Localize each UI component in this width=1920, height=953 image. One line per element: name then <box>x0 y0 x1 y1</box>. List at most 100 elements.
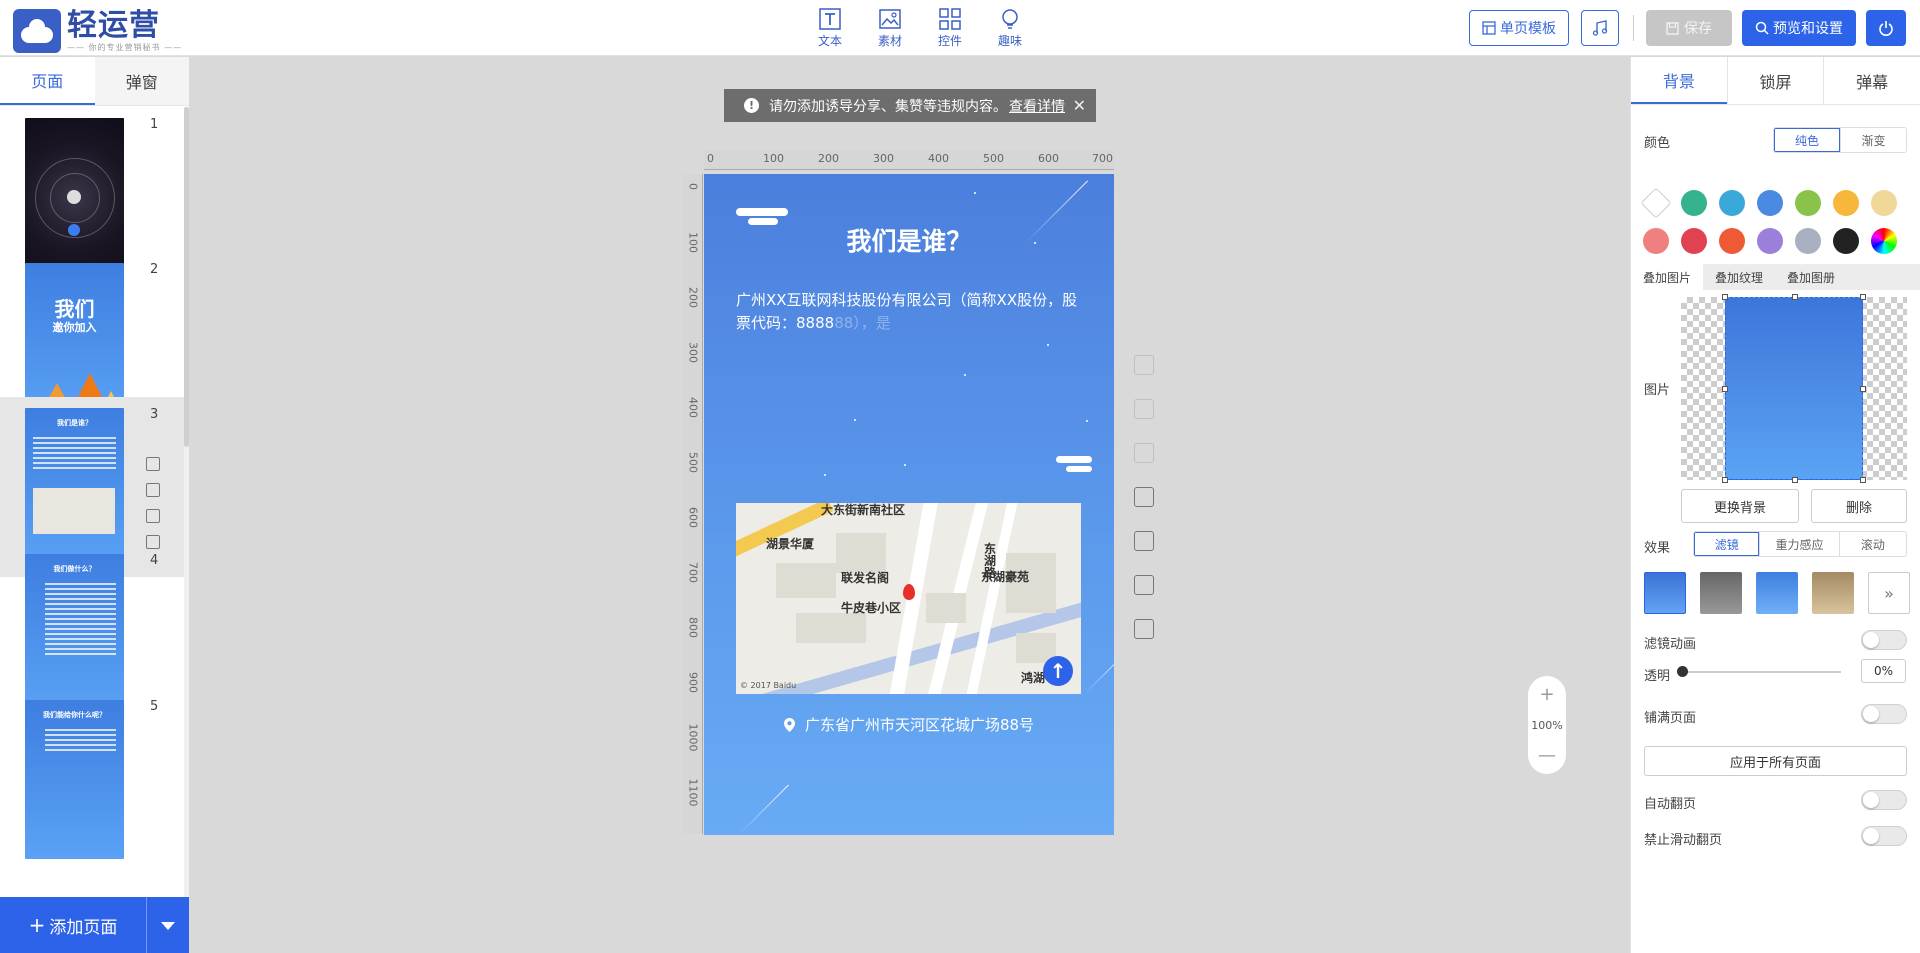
color-swatch[interactable] <box>1681 228 1707 254</box>
logo[interactable]: 轻运营 —— 你的专业营销秘书 —— <box>13 9 182 53</box>
redo-icon[interactable] <box>1134 399 1154 419</box>
tab-pages[interactable]: 页面 <box>0 57 95 105</box>
address-line[interactable]: 广东省广州市天河区花城广场88号 <box>704 714 1114 735</box>
color-picker-icon[interactable] <box>1871 228 1897 254</box>
opacity-value[interactable]: 0% <box>1861 659 1906 683</box>
color-swatch[interactable] <box>1640 187 1672 219</box>
fill-page-toggle[interactable] <box>1861 704 1907 724</box>
preview-settings-button[interactable]: 预览和设置 <box>1742 10 1856 46</box>
page-thumbnail-row[interactable]: 我们能给你什么呢？ 5 <box>0 689 184 869</box>
color-swatch[interactable] <box>1757 190 1783 216</box>
page-canvas[interactable]: 我们是谁？ 广州XX互联网科技股份有限公司（简称XX股份，股票代码：888888… <box>704 174 1114 835</box>
crop-handle[interactable] <box>1860 294 1866 300</box>
location-map[interactable]: 大东街新南社区 湖景华厦 联发名阁 东湖豪苑 牛皮巷小区 东湖路 鸿湖 © 20… <box>736 503 1081 694</box>
crop-handle[interactable] <box>1860 386 1866 392</box>
pages-panel-tabs: 页面 弹窗 <box>0 57 189 106</box>
top-bar: 轻运营 —— 你的专业营销秘书 —— 文本 素材 控件 趣味 单页模板 保存 预… <box>0 0 1920 56</box>
change-background-button[interactable]: 更换背景 <box>1681 489 1799 523</box>
color-swatch[interactable] <box>1719 190 1745 216</box>
layers-icon[interactable] <box>1134 487 1154 507</box>
filter-preset[interactable] <box>1644 572 1686 614</box>
color-swatch[interactable] <box>1681 190 1707 216</box>
cloud-decoration <box>736 208 788 216</box>
color-swatch[interactable] <box>1871 190 1897 216</box>
tab-background[interactable]: 背景 <box>1631 57 1727 104</box>
location-pin-icon <box>783 717 795 732</box>
insert-toolbar: 文本 素材 控件 趣味 <box>800 8 1040 49</box>
company-intro-faded: 88），是 <box>834 314 891 332</box>
effect-filter[interactable]: 滤镜 <box>1694 532 1760 556</box>
play-icon[interactable] <box>1134 443 1154 463</box>
notice-details-link[interactable]: 查看详情 <box>1009 96 1065 116</box>
tab-overlay-texture[interactable]: 叠加纹理 <box>1703 264 1775 290</box>
address-text: 广东省广州市天河区花城广场88号 <box>804 716 1035 734</box>
filter-animation-toggle[interactable] <box>1861 630 1907 650</box>
tool-fun[interactable]: 趣味 <box>980 8 1040 49</box>
apply-all-pages-button[interactable]: 应用于所有页面 <box>1644 746 1907 776</box>
ruler-label: 600 <box>686 507 700 528</box>
background-image-preview[interactable] <box>1681 294 1907 483</box>
undo-icon[interactable] <box>1134 355 1154 375</box>
filter-preset[interactable] <box>1700 572 1742 614</box>
color-mode-gradient[interactable]: 渐变 <box>1840 128 1906 152</box>
tab-popups[interactable]: 弹窗 <box>95 57 190 105</box>
crop-handle[interactable] <box>1792 294 1798 300</box>
crop-handle[interactable] <box>1722 477 1728 483</box>
download-icon[interactable] <box>1134 619 1154 639</box>
tool-widgets[interactable]: 控件 <box>920 8 980 49</box>
add-page-icon[interactable] <box>146 457 160 471</box>
save-button[interactable]: 保存 <box>1646 10 1732 46</box>
tool-text[interactable]: 文本 <box>800 8 860 49</box>
crop-handle[interactable] <box>1860 477 1866 483</box>
tab-barrage[interactable]: 弹幕 <box>1823 57 1920 104</box>
tab-overlay-album[interactable]: 叠加图册 <box>1775 264 1847 290</box>
page-template-button[interactable]: 单页模板 <box>1469 10 1569 46</box>
color-swatch[interactable] <box>1795 190 1821 216</box>
color-swatch[interactable] <box>1719 228 1745 254</box>
power-button[interactable] <box>1866 10 1906 46</box>
plus-icon: + <box>28 913 46 937</box>
chevron-down-icon[interactable] <box>147 897 189 953</box>
crop-handle[interactable] <box>1722 294 1728 300</box>
auto-flip-toggle[interactable] <box>1861 790 1907 810</box>
color-swatch[interactable] <box>1643 228 1669 254</box>
thumbnail-title: 我们能给你什么呢？ <box>43 711 106 719</box>
color-swatch[interactable] <box>1757 228 1783 254</box>
color-mode-solid[interactable]: 纯色 <box>1774 128 1840 152</box>
page-number: 3 <box>150 407 159 422</box>
tab-overlay-image[interactable]: 叠加图片 <box>1631 264 1704 290</box>
effect-scroll[interactable]: 滚动 <box>1838 532 1906 556</box>
color-swatch[interactable] <box>1833 190 1859 216</box>
template-icon[interactable] <box>146 483 160 497</box>
page-thumbnail[interactable]: 我们能给你什么呢？ <box>25 700 124 859</box>
add-page-button[interactable]: + 添加页面 <box>0 897 147 953</box>
pages-scrollbar[interactable] <box>184 107 189 897</box>
more-filters-button[interactable]: » <box>1868 572 1910 614</box>
tool-material[interactable]: 素材 <box>860 8 920 49</box>
company-intro-text[interactable]: 广州XX互联网科技股份有限公司（简称XX股份，股票代码：888888），是 <box>736 289 1086 335</box>
opacity-slider[interactable] <box>1677 666 1841 677</box>
page-heading[interactable]: 我们是谁？ <box>704 222 1114 258</box>
crop-handle[interactable] <box>1722 386 1728 392</box>
zoom-in-button[interactable]: + <box>1539 684 1554 705</box>
close-icon[interactable]: ✕ <box>1073 96 1086 115</box>
crop-region[interactable] <box>1722 294 1866 483</box>
phone-preview-icon[interactable] <box>1134 575 1154 595</box>
copy-icon[interactable] <box>146 509 160 523</box>
zoom-out-button[interactable]: — <box>1538 745 1556 766</box>
crop-handle[interactable] <box>1792 477 1798 483</box>
warning-icon: ! <box>744 98 759 113</box>
music-button[interactable] <box>1581 10 1619 46</box>
shooting-star-decoration <box>1083 651 1114 695</box>
effect-gravity[interactable]: 重力感应 <box>1759 532 1838 556</box>
no-swipe-toggle[interactable] <box>1861 826 1907 846</box>
color-swatch[interactable] <box>1833 228 1859 254</box>
tab-lockscreen[interactable]: 锁屏 <box>1726 57 1824 104</box>
navigate-arrow-icon[interactable]: ↑ <box>1043 656 1073 686</box>
filter-preset[interactable] <box>1756 572 1798 614</box>
filter-preset[interactable] <box>1812 572 1854 614</box>
tool-material-label: 素材 <box>877 34 902 48</box>
grid-icon[interactable] <box>1134 531 1154 551</box>
delete-background-button[interactable]: 删除 <box>1811 489 1907 523</box>
color-swatch[interactable] <box>1795 228 1821 254</box>
